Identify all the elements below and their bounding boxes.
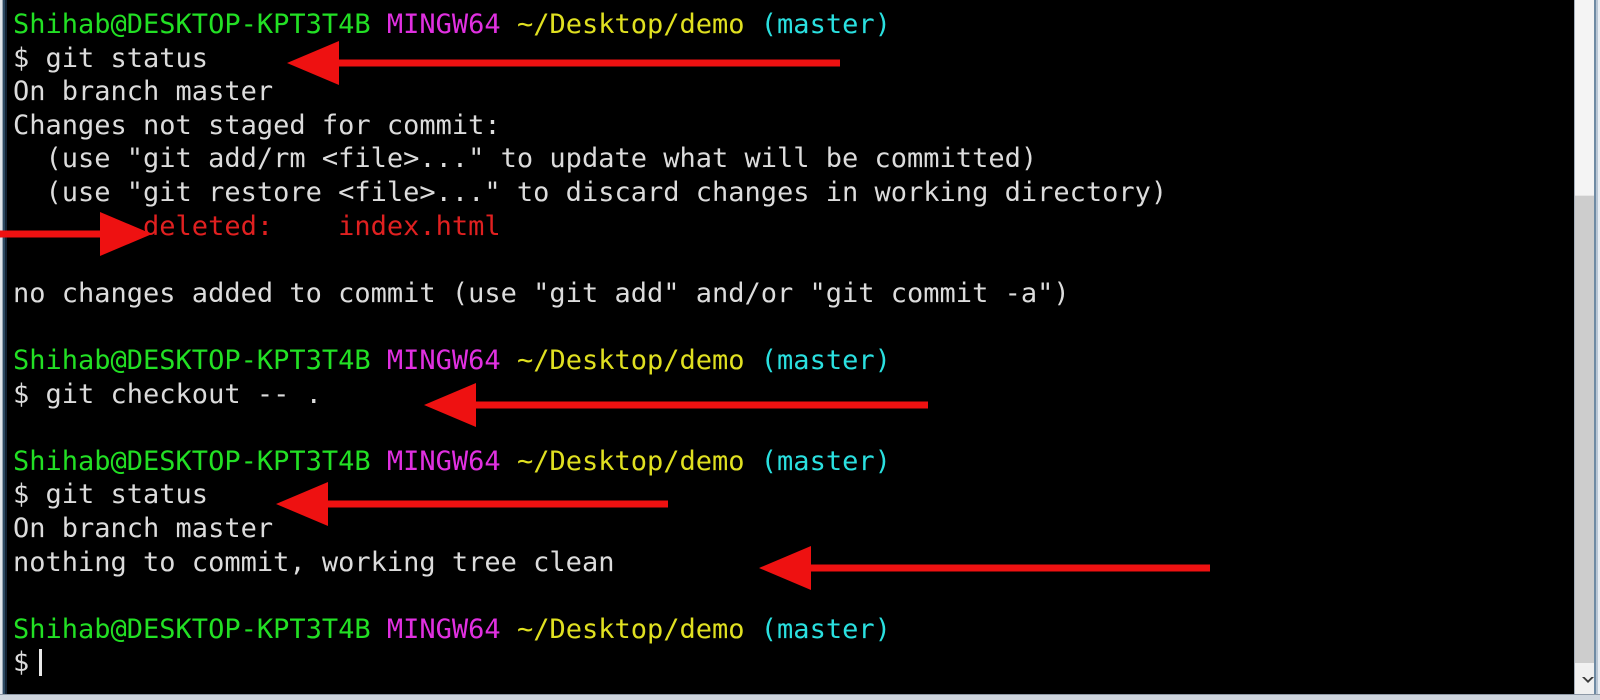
prompt-line: Shihab@DESKTOP-KPT3T4B MINGW64 ~/Desktop… <box>13 8 1553 42</box>
text-cursor <box>39 649 43 677</box>
chevron-down-icon <box>1581 677 1594 683</box>
prompt-shell: MINGW64 <box>386 613 501 645</box>
prompt-space-1 <box>371 614 387 645</box>
command-line-git-checkout[interactable]: $ git checkout -- . <box>13 378 1553 412</box>
prompt-line: Shihab@DESKTOP-KPT3T4B MINGW64 ~/Desktop… <box>13 613 1553 647</box>
output-line-nothing-to-commit: nothing to commit, working tree clean <box>13 546 615 578</box>
prompt-space-1 <box>371 9 387 40</box>
window-bottom-border <box>0 694 1600 700</box>
prompt-line: Shihab@DESKTOP-KPT3T4B MINGW64 ~/Desktop… <box>13 344 1553 378</box>
active-command-line[interactable]: $ <box>13 646 1553 680</box>
prompt-dollar-sign: $ <box>13 647 30 679</box>
prompt-space-3 <box>745 345 761 376</box>
prompt-space-3 <box>745 446 761 477</box>
prompt-user-host: Shihab@DESKTOP-KPT3T4B <box>13 9 371 40</box>
prompt-user-host: Shihab@DESKTOP-KPT3T4B <box>13 445 371 477</box>
window-left-border <box>0 0 9 700</box>
terminal-output-area[interactable]: Shihab@DESKTOP-KPT3T4B MINGW64 ~/Desktop… <box>9 0 1553 694</box>
output-line-hint-git-restore: (use "git restore <file>..." to discard … <box>13 176 1168 208</box>
git-bash-terminal-window: Shihab@DESKTOP-KPT3T4B MINGW64 ~/Desktop… <box>0 0 1600 700</box>
prompt-space-1 <box>371 446 387 477</box>
output-line-on-branch-master-2: On branch master <box>13 512 274 544</box>
prompt-space-1 <box>371 345 387 376</box>
prompt-path: ~/Desktop/demo <box>516 445 745 477</box>
output-line-on-branch-master-1: On branch master <box>13 76 274 108</box>
prompt-shell: MINGW64 <box>386 9 501 40</box>
prompt-space-3 <box>745 614 761 645</box>
prompt-path: ~/Desktop/demo <box>516 9 745 40</box>
command-line-git-status-2[interactable]: $ git status <box>13 478 1553 512</box>
prompt-space-2 <box>501 345 517 376</box>
output-line-hint-git-add-rm: (use "git add/rm <file>..." to update wh… <box>13 143 1038 175</box>
prompt-user-host: Shihab@DESKTOP-KPT3T4B <box>13 613 371 645</box>
prompt-space-2 <box>501 446 517 477</box>
prompt-line: Shihab@DESKTOP-KPT3T4B MINGW64 ~/Desktop… <box>13 445 1553 479</box>
prompt-branch: (master) <box>760 344 891 376</box>
output-line-deleted-index-html: deleted: index.html <box>13 210 501 242</box>
window-right-border <box>1594 0 1600 700</box>
output-line-changes-not-staged: Changes not staged for commit: <box>13 109 501 141</box>
prompt-branch: (master) <box>760 445 891 477</box>
command-line-git-status-1[interactable]: $ git status <box>13 42 1553 76</box>
prompt-branch: (master) <box>760 613 891 645</box>
prompt-space-2 <box>501 614 517 645</box>
output-line-no-changes-added: no changes added to commit (use "git add… <box>13 277 1070 309</box>
prompt-shell: MINGW64 <box>386 445 501 477</box>
prompt-shell: MINGW64 <box>386 344 501 376</box>
prompt-space-3 <box>745 9 761 40</box>
prompt-space-2 <box>501 9 517 40</box>
prompt-path: ~/Desktop/demo <box>516 613 745 645</box>
prompt-user-host: Shihab@DESKTOP-KPT3T4B <box>13 344 371 376</box>
prompt-path: ~/Desktop/demo <box>516 344 745 376</box>
prompt-branch: (master) <box>760 9 891 40</box>
